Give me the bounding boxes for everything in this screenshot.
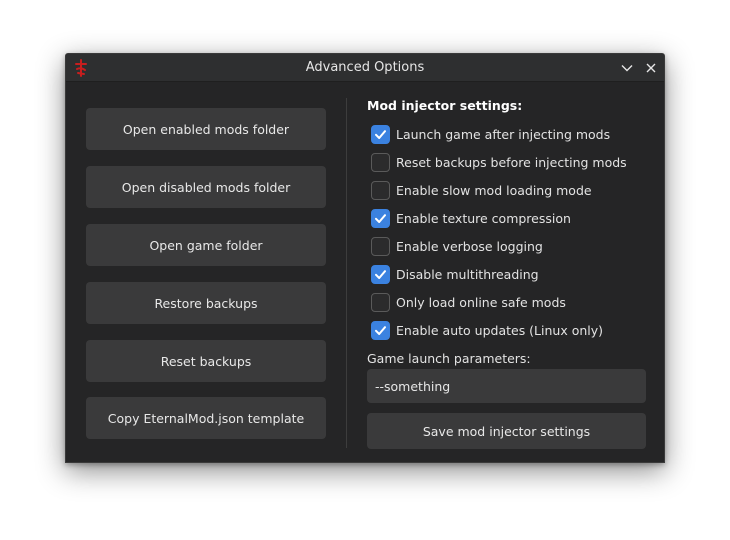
option-row[interactable]: Reset backups before injecting mods [371,152,627,172]
option-label: Launch game after injecting mods [396,126,611,142]
option-row[interactable]: Enable auto updates (Linux only) [371,320,603,340]
option-label: Only load online safe mods [396,294,566,310]
option-label: Reset backups before injecting mods [396,154,627,170]
option-row[interactable]: Disable multithreading [371,264,539,284]
checkmark-icon [375,325,386,335]
minimize-button[interactable] [617,58,637,78]
injector-settings-heading: Mod injector settings: [367,98,523,113]
option-checkbox[interactable] [371,152,390,172]
chevron-down-icon [621,65,633,72]
option-label: Disable multithreading [396,266,539,282]
option-row[interactable]: Launch game after injecting mods [371,124,610,144]
option-checkbox[interactable] [371,180,390,200]
window-title: Advanced Options [305,60,425,75]
option-row[interactable]: Enable verbose logging [371,236,543,256]
option-label: Enable verbose logging [396,238,543,254]
launch-params-label: Game launch parameters: [367,351,531,366]
close-button[interactable] [641,58,661,78]
open-disabled-mods-folder-button[interactable]: Open disabled mods folder [86,166,326,208]
option-checkbox[interactable] [371,124,390,144]
open-enabled-mods-folder-button[interactable]: Open enabled mods folder [86,108,326,150]
advanced-options-window: Advanced Options Open enabled mods folde… [65,53,665,463]
option-checkbox[interactable] [371,236,390,256]
option-checkbox[interactable] [371,208,390,228]
restore-backups-button[interactable]: Restore backups [86,282,326,324]
column-divider [346,98,347,448]
open-game-folder-button[interactable]: Open game folder [86,224,326,266]
option-label: Enable slow mod loading mode [396,182,592,198]
option-row[interactable]: Only load online safe mods [371,292,566,312]
checkmark-icon [375,213,386,223]
launch-params-input[interactable] [367,369,646,403]
option-label: Enable auto updates (Linux only) [396,322,604,338]
close-icon [646,63,656,73]
save-injector-settings-button[interactable]: Save mod injector settings [367,413,646,449]
option-checkbox[interactable] [371,292,390,312]
option-checkbox[interactable] [371,264,390,284]
option-label: Enable texture compression [396,210,571,226]
copy-template-button[interactable]: Copy EternalMod.json template [86,397,326,439]
title-bar[interactable]: Advanced Options [66,54,664,82]
option-row[interactable]: Enable slow mod loading mode [371,180,592,200]
checkmark-icon [375,129,386,139]
checkmark-icon [375,269,386,279]
option-row[interactable]: Enable texture compression [371,208,571,228]
option-checkbox[interactable] [371,320,390,340]
reset-backups-button[interactable]: Reset backups [86,340,326,382]
